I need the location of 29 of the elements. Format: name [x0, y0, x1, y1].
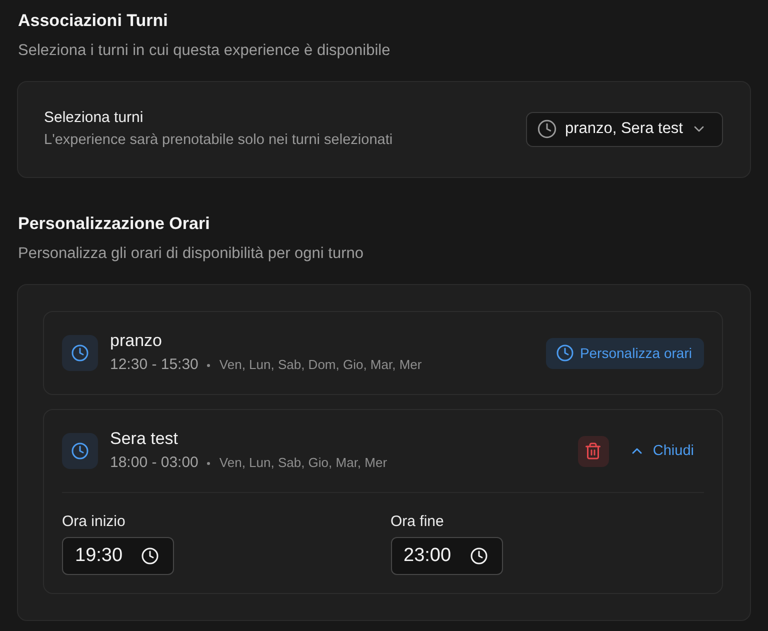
- setting-description: L'experience sarà prenotabile solo nei turni selezionati: [44, 131, 393, 150]
- separator-dot-icon: [207, 364, 210, 366]
- time-field[interactable]: 19:30: [62, 537, 174, 575]
- customize-hours-button[interactable]: Personalizza orari: [546, 338, 704, 368]
- clock-icon: [62, 335, 98, 371]
- setting-label: Seleziona turni: [44, 108, 144, 128]
- shift-days: Ven, Lun, Sab, Dom, Gio, Mar, Mer: [219, 354, 422, 376]
- separator-dot-icon: [207, 462, 210, 464]
- trash-icon: [584, 442, 602, 460]
- shift-name: Sera test: [110, 428, 178, 450]
- shift-time: 12:30 - 15:30: [110, 355, 198, 375]
- shift-dropdown[interactable]: pranzo, Sera test: [526, 112, 723, 146]
- clock-icon: [556, 344, 574, 362]
- section-title: Personalizzazione Orari: [18, 213, 210, 235]
- time-field[interactable]: 23:00: [390, 537, 502, 575]
- clock-icon: [141, 547, 159, 565]
- section-subtitle: Personalizza gli orari di disponibilità per ogni turno: [18, 244, 364, 264]
- clock-icon: [62, 433, 98, 469]
- shift-name: pranzo: [110, 330, 162, 352]
- section-subtitle: Seleziona i turni in cui questa experience è disponibile: [18, 41, 390, 61]
- collapse-button[interactable]: Chiudi: [618, 436, 704, 466]
- delete-button[interactable]: [578, 436, 609, 466]
- shift-days: Ven, Lun, Sab, Gio, Mar, Mer: [219, 452, 388, 474]
- clock-icon: [536, 119, 557, 139]
- field-label: Ora inizio: [62, 512, 126, 532]
- field-label: Ora fine: [390, 512, 444, 532]
- clock-icon: [470, 547, 488, 565]
- shift-time: 18:00 - 03:00: [110, 453, 198, 473]
- section-title: Associazioni Turni: [18, 10, 168, 32]
